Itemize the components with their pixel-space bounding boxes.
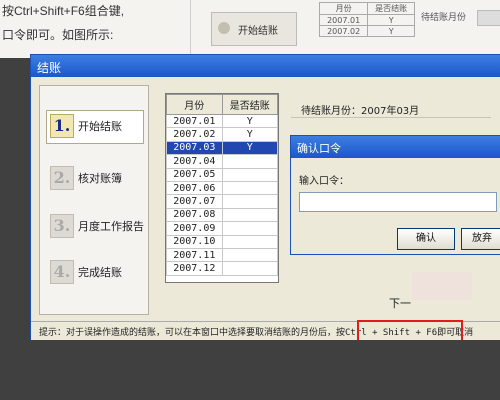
password-label: 输入口令： bbox=[299, 176, 349, 187]
screenshot: 按Ctrl+Shift+F6组合键, 口令即可。如图所示: 开始结账 月份 是否结… bbox=[0, 0, 500, 400]
table-row[interactable]: 2007.01 Y bbox=[166, 113, 279, 129]
closed-cell bbox=[221, 167, 279, 182]
table-row[interactable]: 2007.02 Y bbox=[166, 127, 279, 142]
month-cell: 2007.01 bbox=[166, 113, 223, 129]
background-table: 月份 是否结账 2007.01 Y 2007.02 Y bbox=[318, 2, 415, 37]
closed-cell bbox=[221, 247, 279, 263]
password-input[interactable] bbox=[299, 192, 497, 212]
table-row[interactable]: 2007.10 bbox=[166, 234, 279, 249]
step-label: 核对账簿 bbox=[78, 172, 122, 185]
bg-header-month: 月份 bbox=[318, 2, 369, 15]
step-2-icon: 2. bbox=[50, 166, 74, 190]
bg-cell: 2007.01 bbox=[318, 14, 369, 26]
month-cell: 2007.09 bbox=[166, 221, 223, 236]
bg-cell: 2007.02 bbox=[318, 25, 369, 37]
month-cell: 2007.10 bbox=[166, 234, 223, 249]
dialog-titlebar[interactable]: 结账 bbox=[31, 55, 500, 77]
step-check-ledger[interactable]: 2. 核对账簿 bbox=[50, 162, 146, 196]
doc-line-1: 按Ctrl+Shift+F6组合键, bbox=[2, 4, 125, 18]
closed-cell bbox=[221, 234, 279, 249]
month-table: 月份 是否结账 2007.01 Y 2007.02 Y 2007.03 Y 2007.04 2… bbox=[165, 93, 279, 283]
step-label: 月度工作报告 bbox=[78, 220, 144, 233]
table-row[interactable]: 2007.05 bbox=[166, 167, 279, 182]
month-cell: 2007.07 bbox=[166, 194, 223, 209]
closed-cell bbox=[221, 180, 279, 196]
blurred-region bbox=[412, 272, 472, 300]
month-cell: 2007.08 bbox=[166, 207, 223, 223]
password-dialog: 确认口令 输入口令： 确认 放弃 bbox=[290, 135, 500, 255]
background-start-button: 开始结账 bbox=[211, 12, 297, 46]
closed-cell bbox=[221, 154, 279, 169]
header-closed[interactable]: 是否结账 bbox=[221, 94, 279, 115]
step-start-close[interactable]: 1. 开始结账 bbox=[46, 110, 146, 144]
month-cell: 2007.12 bbox=[166, 261, 223, 276]
table-row[interactable]: 2007.12 bbox=[166, 261, 279, 276]
bg-header-closed: 是否结账 bbox=[367, 2, 415, 15]
step-4-icon: 4. bbox=[50, 260, 74, 284]
closed-cell: Y bbox=[221, 113, 279, 129]
header-month[interactable]: 月份 bbox=[166, 94, 223, 115]
password-titlebar[interactable]: 确认口令 bbox=[291, 136, 500, 158]
table-row[interactable]: 2007.06 bbox=[166, 180, 279, 196]
step-3-icon: 3. bbox=[50, 214, 74, 238]
bottom-area bbox=[0, 340, 500, 400]
month-cell: 2007.05 bbox=[166, 167, 223, 182]
background-pending-label: 待结账月份 bbox=[421, 13, 467, 23]
dialog-title: 结账 bbox=[37, 61, 62, 75]
closed-cell bbox=[221, 221, 279, 236]
month-grid: 月份 是否结账 2007.01 Y 2007.02 Y 2007.03 Y 2007.04 2… bbox=[166, 94, 279, 276]
month-cell: 2007.03 bbox=[166, 140, 223, 156]
doc-line-2: 口令即可。如图所示: bbox=[2, 28, 114, 42]
step-monthly-report[interactable]: 3. 月度工作报告 bbox=[50, 210, 146, 244]
bg-cell: Y bbox=[367, 14, 415, 26]
divider bbox=[291, 117, 491, 118]
table-row[interactable]: 2007.07 bbox=[166, 194, 279, 209]
confirm-button[interactable]: 确认 bbox=[397, 228, 455, 250]
month-cell: 2007.04 bbox=[166, 154, 223, 169]
month-cell: 2007.06 bbox=[166, 180, 223, 196]
step-complete-close[interactable]: 4. 完成结账 bbox=[50, 256, 146, 290]
step-label: 开始结账 bbox=[78, 120, 122, 133]
closed-cell: Y bbox=[221, 140, 279, 156]
table-row[interactable]: 2007.04 bbox=[166, 154, 279, 169]
table-row[interactable]: 2007.08 bbox=[166, 207, 279, 223]
pending-month-label: 待结账月份：2007年03月 bbox=[301, 106, 420, 117]
table-row[interactable]: 2007.03 Y bbox=[166, 140, 279, 156]
table-row[interactable]: 2007.11 bbox=[166, 247, 279, 263]
cancel-button[interactable]: 放弃 bbox=[461, 228, 500, 250]
closed-cell: Y bbox=[221, 127, 279, 142]
background-panel: 开始结账 月份 是否结账 2007.01 Y 2007.02 Y 待结账月份 bbox=[190, 0, 500, 58]
background-start-label: 开始结账 bbox=[238, 26, 278, 37]
step-1-icon: 1. bbox=[50, 114, 74, 138]
closed-cell bbox=[221, 261, 279, 276]
closed-cell bbox=[221, 194, 279, 209]
month-cell: 2007.02 bbox=[166, 127, 223, 142]
steps-panel: 1. 开始结账 2. 核对账簿 3. 月度工作报告 4. 完成结账 bbox=[39, 85, 149, 315]
step-icon bbox=[218, 22, 230, 34]
step-label: 完成结账 bbox=[78, 266, 122, 279]
closed-cell bbox=[221, 207, 279, 223]
table-row[interactable]: 2007.09 bbox=[166, 221, 279, 236]
bg-cell: Y bbox=[367, 25, 415, 37]
month-cell: 2007.11 bbox=[166, 247, 223, 263]
password-title: 确认口令 bbox=[297, 142, 341, 155]
background-field bbox=[477, 10, 500, 26]
